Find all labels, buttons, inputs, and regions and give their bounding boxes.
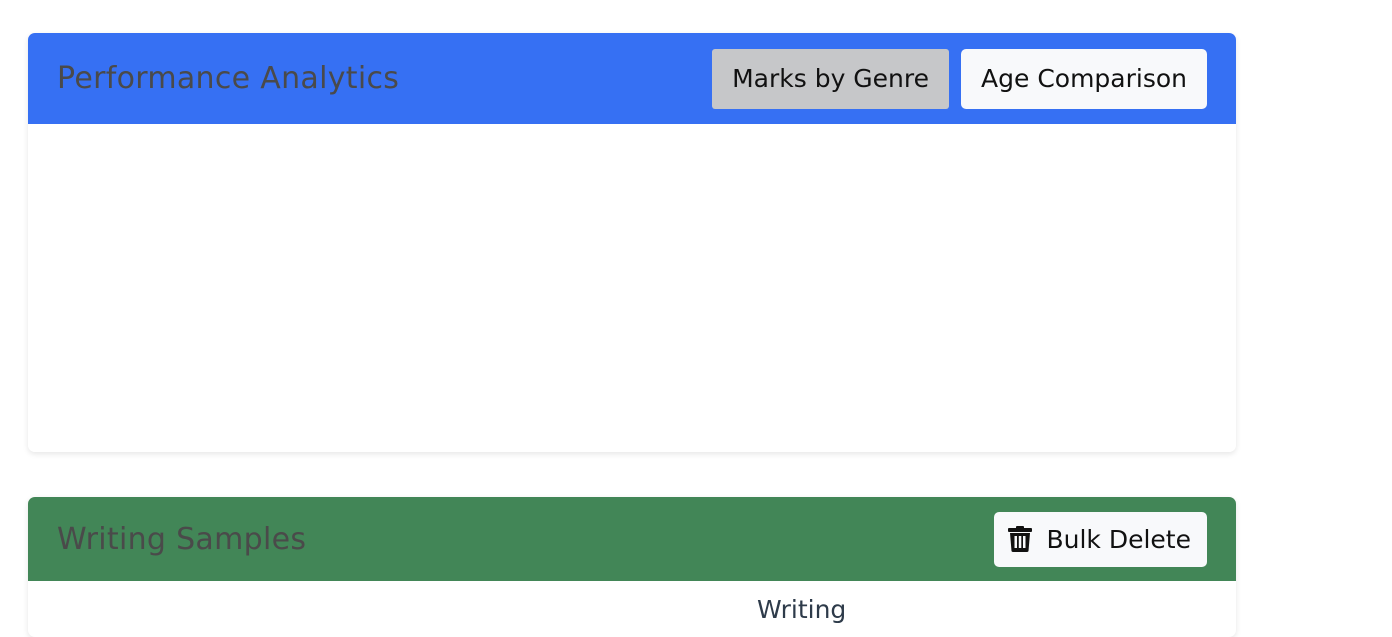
analytics-header: Performance Analytics Marks by Genre Age… [28,33,1236,124]
trash-icon [1008,526,1033,552]
age-comparison-button[interactable]: Age Comparison [961,48,1207,109]
chart-toggle-group: Marks by Genre Age Comparison [712,48,1207,109]
bulk-delete-label: Bulk Delete [1046,524,1191,554]
marks-by-genre-button[interactable]: Marks by Genre [712,48,950,109]
samples-header: Writing Samples Bulk Delete [28,497,1236,581]
writing-samples-card: Writing Samples Bulk Delete Writing [28,497,1236,637]
samples-title: Writing Samples [57,521,307,557]
analytics-title: Performance Analytics [57,61,400,96]
analytics-chart-area [28,124,1236,452]
performance-analytics-card: Performance Analytics Marks by Genre Age… [28,33,1236,452]
bulk-delete-button[interactable]: Bulk Delete [994,511,1207,567]
samples-table: Writing [28,581,1236,637]
